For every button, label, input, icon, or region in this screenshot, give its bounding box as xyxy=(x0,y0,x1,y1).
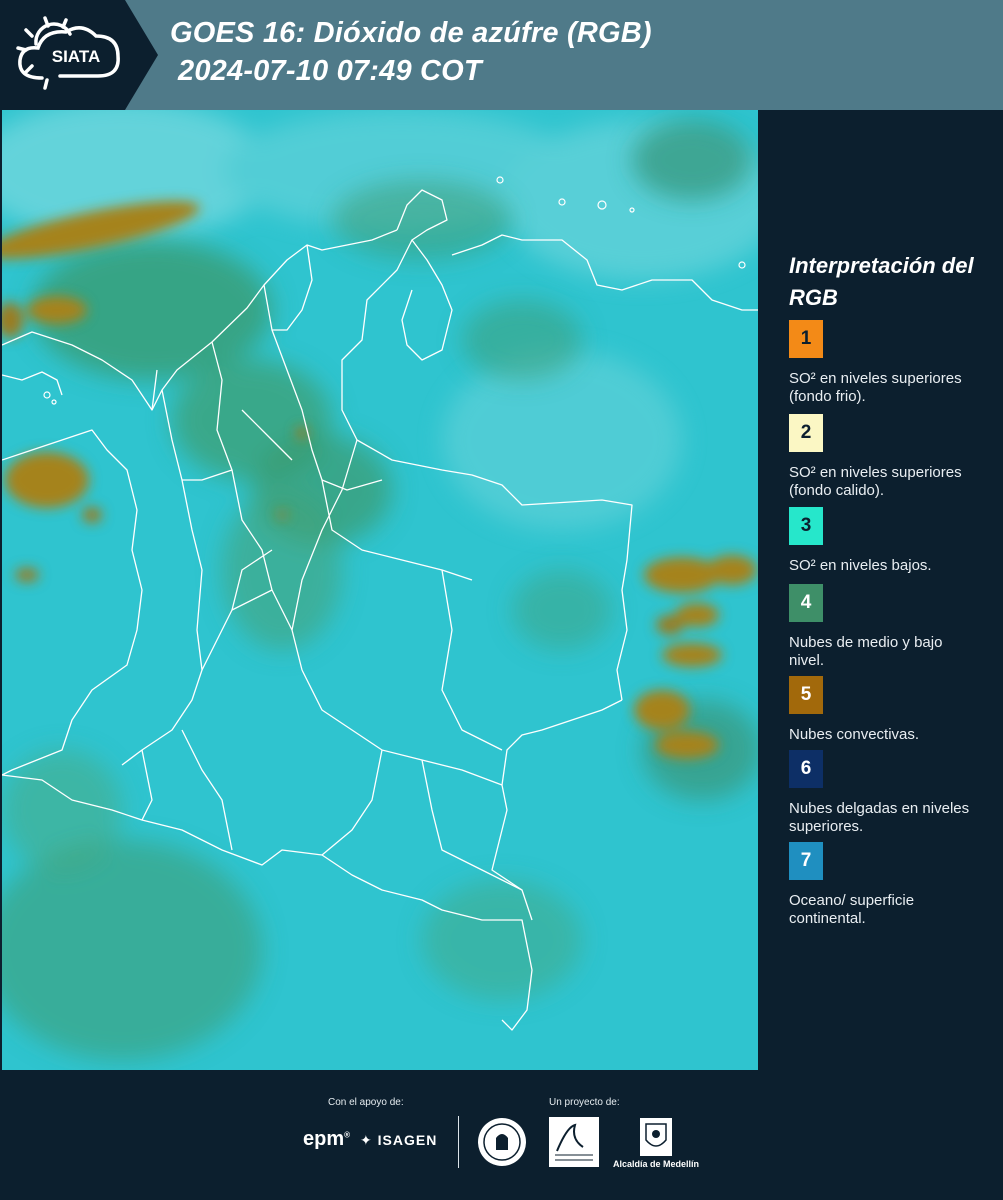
epm-logo: epm® xyxy=(303,1128,351,1150)
isagen-mark-icon: ✦ xyxy=(360,1132,373,1148)
isagen-logo: ✦ ISAGEN xyxy=(360,1132,438,1148)
siata-logo: SIATA xyxy=(0,0,160,110)
footer-divider xyxy=(458,1116,459,1168)
legend-item: 7 Oceano/ superficie continental. xyxy=(789,842,989,928)
legend-item: 2 SO² en niveles superiores (fondo calid… xyxy=(789,414,989,500)
support-label: Con el apoyo de: xyxy=(328,1097,404,1108)
legend-item: 6 Nubes delgadas en niveles superiores. xyxy=(789,750,989,836)
legend-swatch-2: 2 xyxy=(789,414,823,452)
legend-item: 1 SO² en niveles superiores (fondo frio)… xyxy=(789,320,989,406)
legend-text: Nubes delgadas en niveles superiores. xyxy=(789,800,970,835)
legend-item: 5 Nubes convectivas. xyxy=(789,676,989,744)
satellite-map xyxy=(2,110,758,1070)
legend-text: Nubes convectivas. xyxy=(789,726,920,743)
legend-swatch-7: 7 xyxy=(789,842,823,880)
header-bar: SIATA GOES 16: Dióxido de azúfre (RGB) 2… xyxy=(0,0,1003,110)
legend-swatch-6: 6 xyxy=(789,750,823,788)
legend-item: 3 SO² en niveles bajos. xyxy=(789,507,989,575)
logo-text: SIATA xyxy=(52,47,100,66)
page-timestamp: 2024-07-10 07:49 COT xyxy=(178,55,482,87)
legend-item: 4 Nubes de medio y bajo nivel. xyxy=(789,584,989,670)
legend-swatch-1: 1 xyxy=(789,320,823,358)
legend-swatch-4: 4 xyxy=(789,584,823,622)
rgb-legend: Interpretación del RGB 1 SO² en niveles … xyxy=(762,110,1003,1070)
legend-text: SO² en niveles superiores (fondo calido)… xyxy=(789,464,962,499)
footer-bar: Con el apoyo de: Un proyecto de: epm® ✦ … xyxy=(0,1070,1003,1200)
legend-text: Oceano/ superficie continental. xyxy=(789,892,915,927)
alcaldia-shield-icon xyxy=(640,1118,672,1156)
legend-title: Interpretación del RGB xyxy=(789,253,974,310)
legend-text: SO² en niveles bajos. xyxy=(789,557,932,574)
legend-swatch-3: 3 xyxy=(789,507,823,545)
medellin-seal-icon xyxy=(478,1118,526,1166)
project-label: Un proyecto de: xyxy=(549,1097,620,1108)
legend-text: Nubes de medio y bajo nivel. xyxy=(789,634,943,669)
alcaldia-label: Alcaldía de Medellín xyxy=(613,1159,700,1169)
area-metropolitana-logo xyxy=(549,1117,599,1167)
legend-text: SO² en niveles superiores (fondo frio). xyxy=(789,370,962,405)
page-title: GOES 16: Dióxido de azúfre (RGB) xyxy=(170,17,652,49)
legend-swatch-5: 5 xyxy=(789,676,823,714)
